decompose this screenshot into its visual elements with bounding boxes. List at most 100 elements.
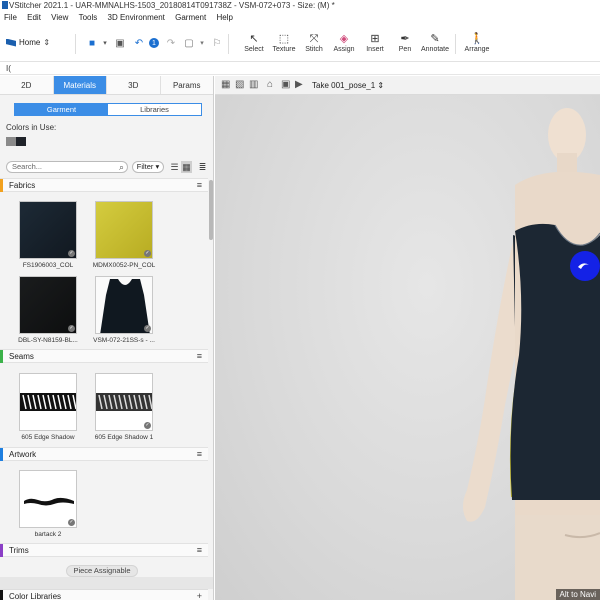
section-menu-icon[interactable]: ≡ — [197, 350, 202, 363]
trims-label: Trims — [9, 546, 29, 555]
fabric-item[interactable]: ✓ FS1906003_COL — [13, 201, 83, 269]
insert-icon: ⊞ — [370, 33, 380, 45]
artwork-thumbnail: ✓ — [19, 470, 77, 528]
colors-in-use-swatches — [6, 137, 26, 146]
seams-section-header[interactable]: Seams ≡ — [0, 349, 208, 363]
seam-item[interactable]: ✓ 605 Edge Shadow 1 — [89, 373, 159, 441]
fabric-item[interactable]: ✓ MDMX0052-PN_COL — [89, 201, 159, 269]
color-libraries-section-header[interactable]: Color Libraries + — [0, 589, 208, 600]
annotate-label: Annotate — [420, 46, 450, 53]
take-selector[interactable]: Take 001_pose_1 ⇕ — [312, 81, 384, 90]
pen-tool-button[interactable]: ✒ Pen — [390, 32, 420, 60]
seam-item[interactable]: 605 Edge Shadow — [13, 373, 83, 441]
menu-help[interactable]: Help — [212, 12, 236, 24]
menu-edit[interactable]: Edit — [23, 12, 45, 24]
fabrics-section-header[interactable]: Fabrics ≡ — [0, 178, 208, 192]
color-swatch-dark[interactable] — [16, 137, 26, 146]
menu-tools[interactable]: Tools — [75, 12, 102, 24]
materials-subtabs: Garment Libraries — [14, 103, 202, 116]
grid-icon[interactable]: ▦ — [221, 79, 230, 90]
select-icon: ↖ — [249, 33, 259, 45]
app-icon — [2, 1, 8, 9]
camera-dropdown-icon[interactable]: ▾ — [196, 37, 208, 49]
menu-3d-environment[interactable]: 3D Environment — [104, 12, 169, 24]
artwork-color-bar — [0, 448, 3, 461]
search-input[interactable]: Search... ⌕ — [6, 161, 128, 173]
select-tool-button[interactable]: ↖ Select — [239, 32, 269, 60]
tab-materials[interactable]: Materials — [53, 76, 107, 94]
color-swatch-gray[interactable] — [6, 137, 16, 146]
subtab-libraries[interactable]: Libraries — [108, 104, 201, 115]
camera-icon[interactable]: ▢ — [183, 37, 195, 49]
folder-dropdown-icon[interactable]: ▾ — [99, 37, 111, 49]
toolbar-divider — [75, 34, 76, 54]
viewport-toolbar: ▦ ▧ ▥ ⌂ ▣ ▶ Take 001_pose_1 ⇕ — [215, 76, 600, 95]
section-menu-icon[interactable]: ≡ — [197, 448, 202, 461]
tab-params[interactable]: Params — [161, 76, 214, 94]
artwork-name: bartack 2 — [34, 531, 62, 538]
fabrics-label: Fabrics — [9, 181, 36, 190]
trims-section-header[interactable]: Trims ≡ — [0, 543, 208, 557]
texture-tool-button[interactable]: ⬚ Texture — [269, 32, 299, 60]
filter-label: Filter — [136, 162, 154, 171]
seam-name: 605 Edge Shadow — [21, 434, 75, 441]
fabric-item[interactable]: ✓ DBL-SY-N8159-BL... — [13, 276, 83, 344]
breadcrumb-strip: I( — [0, 63, 600, 75]
video-icon[interactable]: ▶ — [295, 79, 303, 90]
toolbar-divider — [455, 34, 456, 54]
navigation-hint: Alt to Navi — [555, 589, 600, 600]
seams-color-bar — [0, 350, 3, 363]
tab-3d[interactable]: 3D — [107, 76, 161, 94]
hanger-icon[interactable]: ⌂ — [267, 79, 273, 90]
open-folder-icon[interactable]: ■ — [86, 37, 98, 49]
section-menu-icon[interactable]: ≡ — [197, 179, 202, 192]
home-workspace-selector[interactable]: Home ⇕ — [6, 38, 50, 47]
color-libraries-color-bar — [0, 590, 3, 600]
home-label: Home — [19, 38, 41, 47]
main-toolbar: Home ⇕ ■ ▾ ▣ ↶ 1 ↷ ▢ ▾ ⚐ ↖ Select ⬚ Text… — [0, 26, 600, 62]
tab-2d[interactable]: 2D — [0, 76, 54, 94]
redo-icon[interactable]: ↷ — [165, 37, 177, 49]
add-icon[interactable]: + — [197, 590, 202, 600]
artwork-item[interactable]: ✓ bartack 2 — [13, 470, 83, 538]
subtab-garment[interactable]: Garment — [15, 104, 108, 115]
arrange-label: Arrange — [464, 46, 490, 53]
menu-file[interactable]: File — [0, 12, 21, 24]
insert-label: Insert — [366, 46, 384, 53]
take-label: Take 001_pose_1 — [312, 81, 376, 90]
snapshot-icon[interactable]: ⚐ — [211, 37, 223, 49]
panel-tabs: 2D Materials 3D Params — [0, 76, 214, 95]
piece-assignable-button[interactable]: Piece Assignable — [66, 565, 138, 577]
filter-dropdown[interactable]: Filter ▾ — [132, 161, 164, 173]
arrange-tool-button[interactable]: 🚶 Arrange — [462, 32, 492, 60]
assign-tool-button[interactable]: ◈ Assign — [329, 32, 359, 60]
menu-garment[interactable]: Garment — [171, 12, 210, 24]
save-icon[interactable]: ▣ — [114, 37, 126, 49]
avatar-arm — [463, 237, 517, 522]
fabric-thumbnail: ✓ — [95, 201, 153, 259]
assign-icon: ◈ — [339, 33, 349, 45]
panel-scrollbar[interactable] — [209, 180, 213, 240]
grid-view-icon[interactable]: ▦ — [181, 161, 192, 173]
section-menu-icon[interactable]: ≡ — [197, 544, 202, 557]
3d-viewport[interactable]: ▦ ▧ ▥ ⌂ ▣ ▶ Take 001_pose_1 ⇕ Alt to Nav… — [215, 76, 600, 600]
undo-count-badge: 1 — [149, 38, 159, 48]
panel-footer-bar — [0, 577, 213, 589]
view-mode-icon[interactable]: ▧ — [235, 79, 244, 90]
menu-view[interactable]: View — [47, 12, 72, 24]
pen-icon: ✒ — [400, 33, 410, 45]
list-view-icon[interactable]: ☰ — [169, 161, 180, 173]
fabric-item[interactable]: ✓ VSM-072-21SS-s - ... — [89, 276, 159, 344]
undo-icon[interactable]: ↶ — [133, 37, 145, 49]
search-icon: ⌕ — [118, 162, 124, 172]
strip-text: I( — [6, 64, 11, 73]
insert-tool-button[interactable]: ⊞ Insert — [360, 32, 390, 60]
stitch-tool-button[interactable]: ⤧ Stitch — [299, 32, 329, 60]
seam-name: 605 Edge Shadow 1 — [94, 434, 154, 441]
annotate-tool-button[interactable]: ✎ Annotate — [420, 32, 450, 60]
layout-icon[interactable]: ▥ — [249, 79, 258, 90]
fabric-name: VSM-072-21SS-s - ... — [93, 337, 155, 344]
camera-icon[interactable]: ▣ — [281, 79, 290, 90]
sort-icon[interactable]: ≣ — [197, 161, 208, 173]
artwork-section-header[interactable]: Artwork ≡ — [0, 447, 208, 461]
